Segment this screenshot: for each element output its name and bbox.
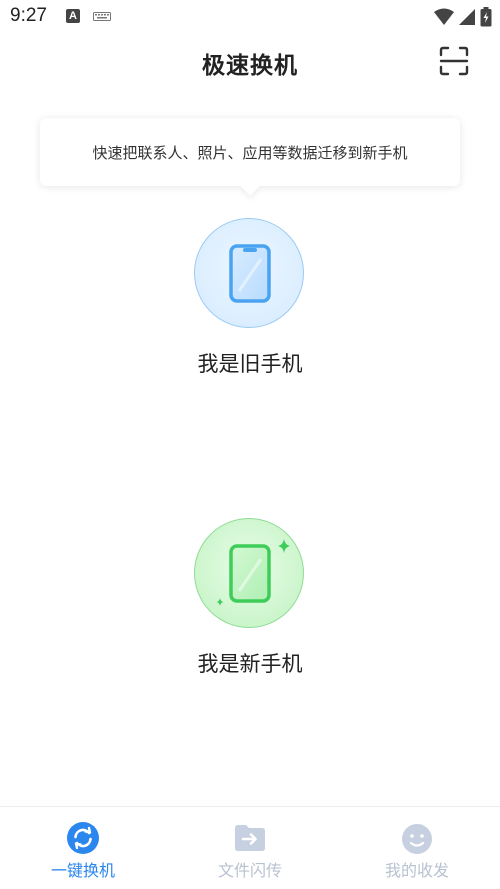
wifi-icon [434,8,454,25]
nav-my-transfers[interactable]: 我的收发 [334,807,500,889]
signal-icon [459,9,475,25]
status-indicators [434,6,492,28]
smiley-icon [402,824,432,854]
battery-icon [480,7,492,27]
nav-file-transfer[interactable]: 文件闪传 [167,807,333,889]
page-title: 极速换机 [202,53,298,79]
folder-transfer-icon [235,825,265,851]
old-phone-label: 我是旧手机 [197,352,303,376]
phone-icon [229,244,271,303]
nav-label-file-transfer: 文件闪传 [217,861,282,880]
notification-a-icon: A [66,9,80,23]
old-phone-circle [194,218,304,328]
new-phone-circle [194,518,304,628]
new-phone-label: 我是新手机 [197,652,303,676]
tip-card: 快速把联系人、照片、应用等数据迁移到新手机 [40,118,460,186]
tip-text: 快速把联系人、照片、应用等数据迁移到新手机 [92,144,408,162]
status-time: 9:27 [10,5,47,26]
bottom-nav: 一键换机 文件闪传 我的收发 [0,806,500,889]
nav-label-my-transfers: 我的收发 [384,861,449,880]
keyboard-icon [93,12,111,21]
phone-sparkle-icon [216,539,290,606]
header: 极速换机 [0,34,500,90]
refresh-icon [67,822,99,854]
scan-icon [439,46,469,76]
nav-label-one-click-switch: 一键换机 [50,861,115,880]
new-phone-option[interactable]: 我是新手机 [150,518,350,688]
scan-button[interactable] [438,45,470,77]
status-bar: 9:27 A [0,0,500,34]
old-phone-option[interactable]: 我是旧手机 [150,218,350,388]
nav-one-click-switch[interactable]: 一键换机 [0,807,166,889]
